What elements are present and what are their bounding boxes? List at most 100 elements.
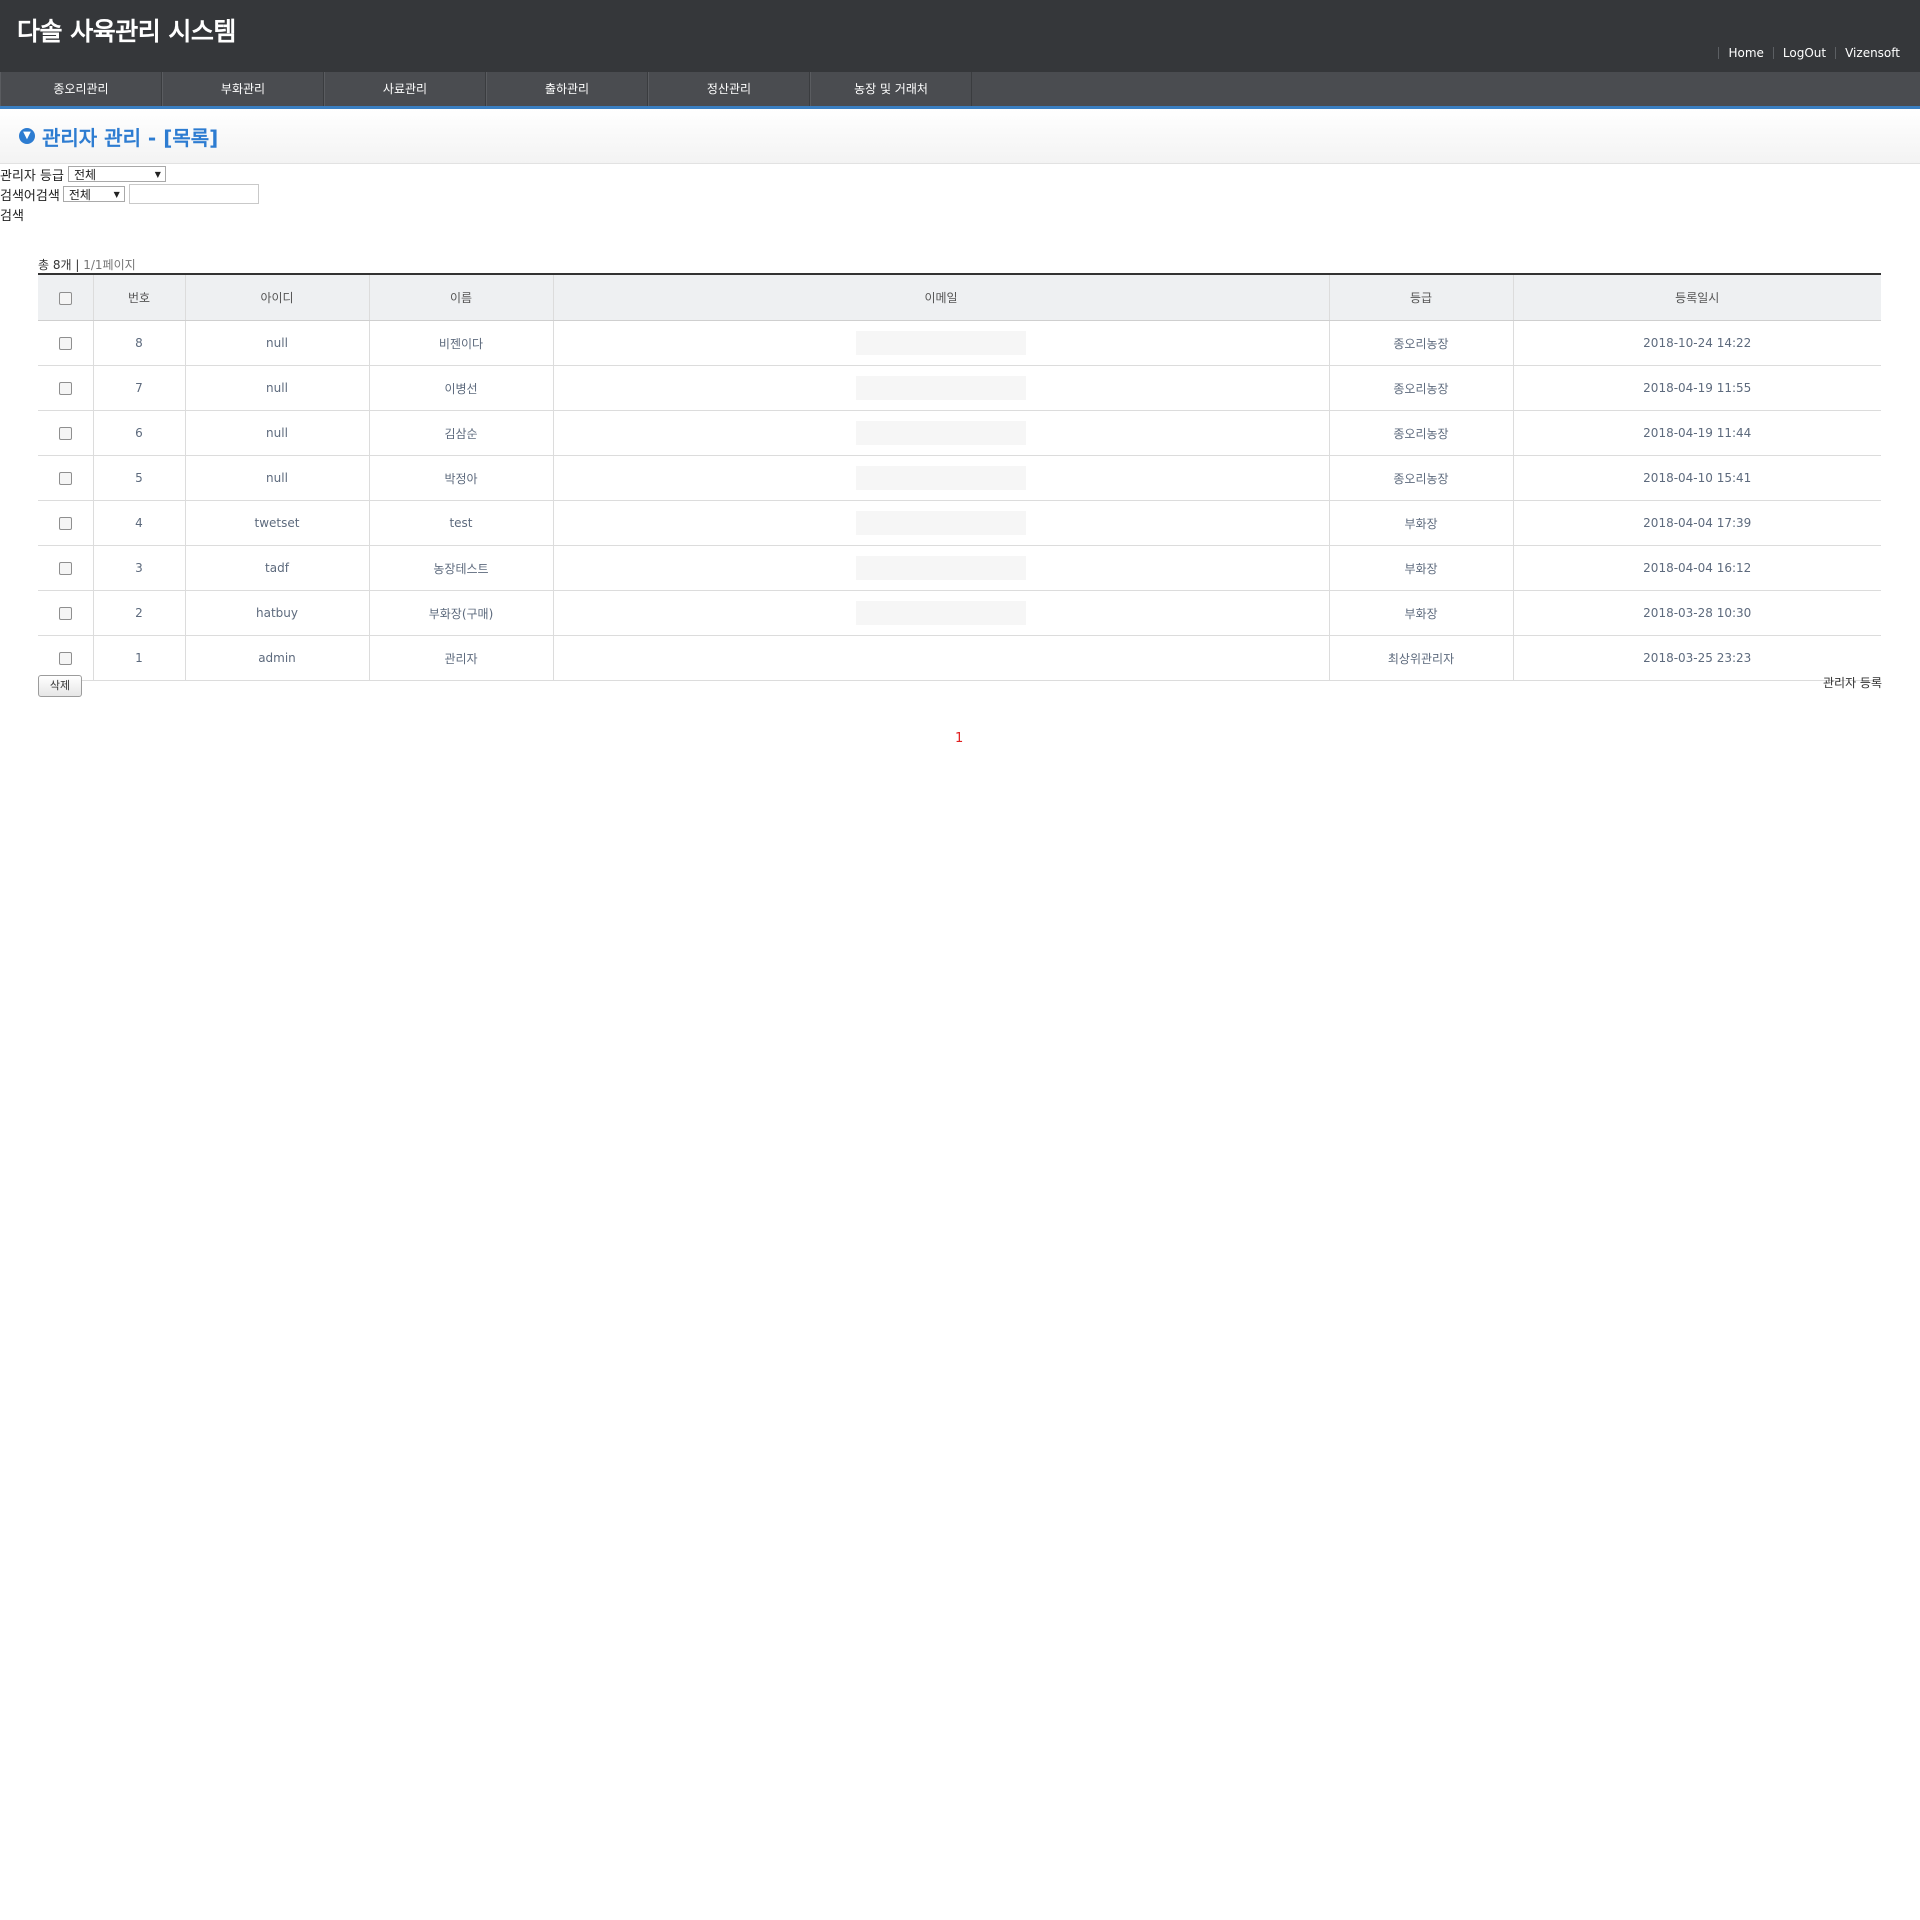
cell-id[interactable]: tadf — [185, 545, 370, 591]
cell-name[interactable]: 박정아 — [369, 455, 554, 501]
table-row[interactable]: 7 null 이병선 종오리농장 2018-04-19 11:55 — [38, 365, 1881, 411]
row-checkbox[interactable] — [58, 607, 72, 620]
cell-id[interactable]: hatbuy — [185, 590, 370, 636]
summary-separator: | — [75, 258, 80, 272]
page-title: 관리자 관리 - [목록] — [42, 126, 219, 150]
utility-links: Home LogOut Vizensoft — [1718, 47, 1900, 59]
cell-id[interactable]: null — [185, 365, 370, 411]
email-redacted — [856, 556, 1026, 580]
cell-name[interactable]: 부화장(구매) — [369, 590, 554, 636]
nav-item-farm-partners[interactable]: 농장 및 거래처 — [810, 72, 972, 106]
table-row[interactable]: 8 null 비젠이다 종오리농장 2018-10-24 14:22 — [38, 320, 1881, 366]
nav-item-hatching[interactable]: 부화관리 — [162, 72, 324, 106]
cell-grade: 종오리농장 — [1329, 455, 1514, 501]
cell-number: 5 — [93, 455, 186, 501]
row-checkbox[interactable] — [58, 427, 72, 440]
cell-id[interactable]: null — [185, 455, 370, 501]
cell-number: 6 — [93, 410, 186, 456]
row-checkbox[interactable] — [58, 517, 72, 530]
column-header-email: 이메일 — [553, 274, 1330, 321]
table-row[interactable]: 5 null 박정아 종오리농장 2018-04-10 15:41 — [38, 455, 1881, 501]
email-redacted — [856, 376, 1026, 400]
cell-name[interactable]: 이병선 — [369, 365, 554, 411]
home-link[interactable]: Home — [1718, 47, 1772, 59]
cell-id[interactable]: twetset — [185, 500, 370, 546]
table-row[interactable]: 6 null 김삼순 종오리농장 2018-04-19 11:44 — [38, 410, 1881, 456]
nav-item-feed[interactable]: 사료관리 — [324, 72, 486, 106]
cell-email — [553, 320, 1330, 366]
cell-name[interactable]: 관리자 — [369, 635, 554, 681]
total-count: 총 8개 — [38, 258, 72, 272]
cell-id[interactable]: null — [185, 410, 370, 456]
cell-email — [553, 500, 1330, 546]
row-checkbox[interactable] — [58, 652, 72, 665]
cell-id[interactable]: admin — [185, 635, 370, 681]
pagination: 1 — [955, 731, 963, 746]
nav-item-breeder-duck[interactable]: 종오리관리 — [0, 72, 162, 106]
cell-registered: 2018-10-24 14:22 — [1513, 320, 1881, 366]
row-checkbox[interactable] — [58, 382, 72, 395]
cell-grade: 종오리농장 — [1329, 410, 1514, 456]
select-all-cell — [38, 274, 94, 321]
register-admin-link[interactable]: 관리자 등록 — [1823, 674, 1882, 691]
delete-button[interactable]: 삭제 — [38, 675, 82, 697]
cell-grade: 부화장 — [1329, 545, 1514, 591]
cell-number: 2 — [93, 590, 186, 636]
list-summary: 총 8개 | 1/1페이지 — [38, 256, 136, 273]
search-field-label: 검색어검색 — [0, 188, 60, 204]
cell-name[interactable]: test — [369, 500, 554, 546]
cell-email — [553, 635, 1330, 681]
column-header-id: 아이디 — [185, 274, 370, 321]
column-header-registered: 등록일시 — [1513, 274, 1881, 321]
nav-item-settlement[interactable]: 정산관리 — [648, 72, 810, 106]
cell-registered: 2018-03-28 10:30 — [1513, 590, 1881, 636]
cell-number: 4 — [93, 500, 186, 546]
email-redacted — [856, 331, 1026, 355]
table-row[interactable]: 1 admin 관리자 최상위관리자 2018-03-25 23:23 — [38, 635, 1881, 681]
nav-item-shipping[interactable]: 출하관리 — [486, 72, 648, 106]
search-button[interactable]: 검색 — [0, 205, 24, 224]
page-count: 1/1페이지 — [83, 258, 136, 272]
cell-name[interactable]: 김삼순 — [369, 410, 554, 456]
cell-grade: 최상위관리자 — [1329, 635, 1514, 681]
dropdown-arrow-icon: ▼ — [154, 170, 161, 179]
cell-grade: 부화장 — [1329, 500, 1514, 546]
cell-id[interactable]: null — [185, 320, 370, 366]
grade-filter-label: 관리자 등급 — [0, 168, 64, 184]
page-title-bar: ▼ 관리자 관리 - [목록] — [0, 109, 1920, 164]
cell-email — [553, 410, 1330, 456]
vizensoft-link[interactable]: Vizensoft — [1835, 47, 1900, 59]
grade-filter-select[interactable]: 전체 ▼ — [67, 166, 166, 182]
cell-name[interactable]: 비젠이다 — [369, 320, 554, 366]
email-redacted — [856, 511, 1026, 535]
cell-registered: 2018-04-19 11:55 — [1513, 365, 1881, 411]
row-checkbox[interactable] — [58, 337, 72, 350]
cell-name[interactable]: 농장테스트 — [369, 545, 554, 591]
email-redacted — [856, 601, 1026, 625]
top-header: 다솔 사육관리 시스템 Home LogOut Vizensoft — [0, 0, 1920, 72]
cell-grade: 부화장 — [1329, 590, 1514, 636]
search-field-select[interactable]: 전체 ▼ — [62, 186, 125, 202]
chevron-down-icon: ▼ — [19, 128, 35, 144]
search-field-value: 전체 — [68, 188, 91, 202]
column-header-name: 이름 — [369, 274, 554, 321]
email-redacted — [856, 466, 1026, 490]
admin-table: 번호 아이디 이름 이메일 등급 등록일시 8 null 비젠이다 종오리농장 … — [38, 273, 1881, 681]
cell-number: 1 — [93, 635, 186, 681]
cell-email — [553, 545, 1330, 591]
table-row[interactable]: 4 twetset test 부화장 2018-04-04 17:39 — [38, 500, 1881, 546]
select-all-checkbox[interactable] — [58, 291, 72, 305]
column-header-number: 번호 — [93, 274, 186, 321]
cell-grade: 종오리농장 — [1329, 320, 1514, 366]
logout-link[interactable]: LogOut — [1772, 47, 1835, 59]
table-row[interactable]: 3 tadf 농장테스트 부화장 2018-04-04 16:12 — [38, 545, 1881, 591]
row-checkbox[interactable] — [58, 472, 72, 485]
table-row[interactable]: 2 hatbuy 부화장(구매) 부화장 2018-03-28 10:30 — [38, 590, 1881, 636]
email-redacted — [856, 421, 1026, 445]
search-input[interactable] — [128, 184, 259, 204]
row-checkbox[interactable] — [58, 562, 72, 575]
page-link-current[interactable]: 1 — [955, 731, 963, 746]
search-form: 관리자 등급 전체 ▼ 검색어검색 전체 ▼ 검색 — [0, 164, 259, 224]
main-nav: 종오리관리 부화관리 사료관리 출하관리 정산관리 농장 및 거래처 — [0, 72, 1920, 109]
grade-filter-value: 전체 — [73, 168, 97, 182]
